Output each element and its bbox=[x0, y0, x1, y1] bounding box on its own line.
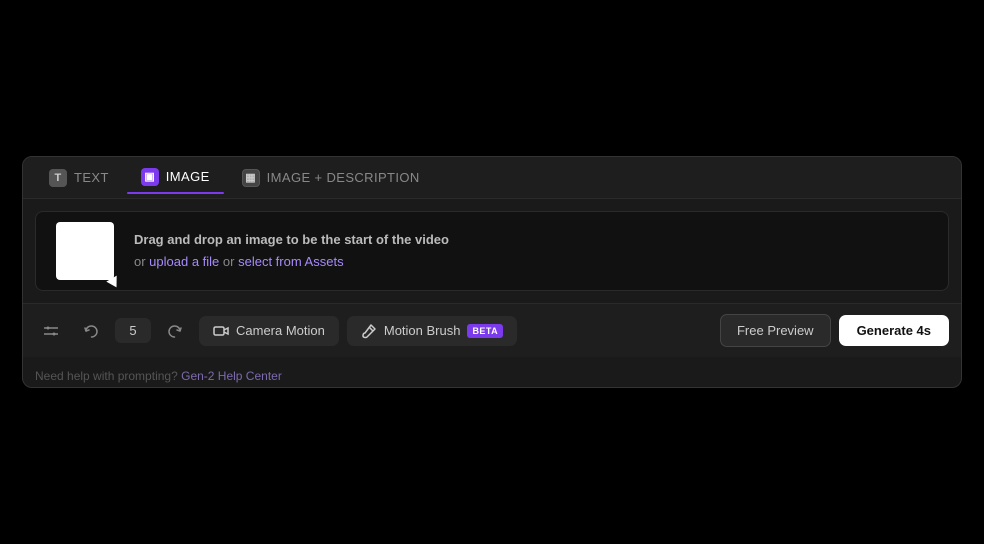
text-tab-icon: T bbox=[49, 169, 67, 187]
counter-value: 5 bbox=[129, 323, 136, 338]
drop-sub-middle: or bbox=[219, 254, 238, 269]
image-tab-label: IMAGE bbox=[166, 169, 210, 184]
image-desc-tab-label: IMAGE + DESCRIPTION bbox=[267, 170, 420, 185]
undo-button[interactable] bbox=[75, 317, 107, 345]
image-preview-thumbnail[interactable] bbox=[56, 222, 114, 280]
motion-brush-button[interactable]: Motion Brush BETA bbox=[347, 316, 517, 346]
settings-icon bbox=[43, 323, 59, 339]
camera-motion-icon bbox=[213, 323, 229, 339]
upload-file-link[interactable]: upload a file bbox=[149, 254, 219, 269]
generate-label: Generate 4s bbox=[857, 323, 931, 338]
tab-text[interactable]: T TEXT bbox=[35, 163, 123, 193]
cursor-indicator bbox=[106, 276, 121, 291]
drop-zone-text: Drag and drop an image to be the start o… bbox=[134, 229, 449, 273]
image-desc-tab-icon: ▦ bbox=[242, 169, 260, 187]
text-tab-label: TEXT bbox=[74, 170, 109, 185]
beta-badge: BETA bbox=[467, 324, 503, 338]
main-panel: T TEXT ▣ IMAGE ▦ IMAGE + DESCRIPTION Dra… bbox=[22, 156, 962, 388]
help-text-container: Need help with prompting? Gen-2 Help Cen… bbox=[23, 357, 961, 387]
tab-image-wrapper: ▣ IMAGE bbox=[127, 162, 224, 194]
motion-brush-label: Motion Brush bbox=[384, 323, 461, 338]
generate-button[interactable]: Generate 4s bbox=[839, 315, 949, 346]
drop-zone[interactable]: Drag and drop an image to be the start o… bbox=[35, 211, 949, 291]
toolbar: 5 Camera Motion Motion Brush BETA bbox=[23, 303, 961, 357]
redo-button[interactable] bbox=[159, 317, 191, 345]
help-prefix: Need help with prompting? bbox=[35, 369, 178, 383]
camera-motion-button[interactable]: Camera Motion bbox=[199, 316, 339, 346]
motion-brush-icon bbox=[361, 323, 377, 339]
tab-image-desc[interactable]: ▦ IMAGE + DESCRIPTION bbox=[228, 163, 434, 193]
tab-image[interactable]: ▣ IMAGE bbox=[127, 162, 224, 192]
free-preview-label: Free Preview bbox=[737, 323, 814, 338]
active-tab-underline bbox=[127, 192, 224, 194]
undo-icon bbox=[83, 323, 99, 339]
help-center-link[interactable]: Gen-2 Help Center bbox=[181, 369, 282, 383]
counter-display[interactable]: 5 bbox=[115, 318, 151, 343]
camera-motion-label: Camera Motion bbox=[236, 323, 325, 338]
image-tab-icon: ▣ bbox=[141, 168, 159, 186]
tab-text-wrapper: T TEXT bbox=[35, 163, 123, 193]
free-preview-button[interactable]: Free Preview bbox=[720, 314, 831, 347]
tabs-bar: T TEXT ▣ IMAGE ▦ IMAGE + DESCRIPTION bbox=[23, 157, 961, 199]
drop-main-text: Drag and drop an image to be the start o… bbox=[134, 232, 449, 247]
settings-button[interactable] bbox=[35, 317, 67, 345]
tab-image-desc-wrapper: ▦ IMAGE + DESCRIPTION bbox=[228, 163, 434, 193]
redo-icon bbox=[167, 323, 183, 339]
assets-link[interactable]: select from Assets bbox=[238, 254, 343, 269]
drop-sub-prefix: or bbox=[134, 254, 149, 269]
